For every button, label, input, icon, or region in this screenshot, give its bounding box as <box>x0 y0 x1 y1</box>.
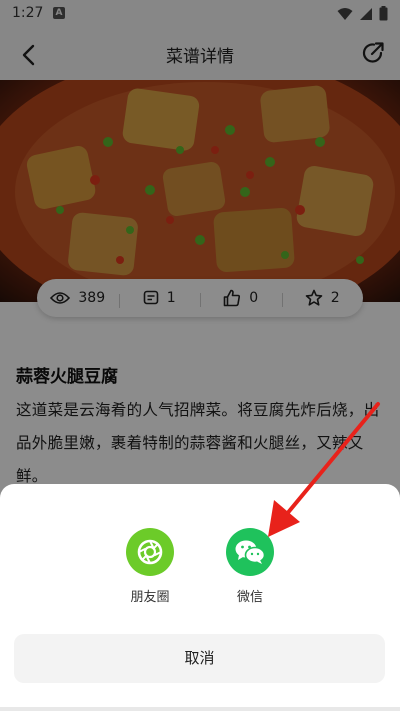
screen: 1:27 A 菜谱详情 389 1 0 2 蒜蓉火腿豆腐 这道菜是云海肴的人气招… <box>0 0 400 711</box>
wechat-label: 微信 <box>236 590 263 605</box>
moments-label: 朋友圈 <box>130 590 170 605</box>
bottom-bar <box>0 707 400 711</box>
share-wechat-option[interactable]: 微信 <box>210 528 290 605</box>
wechat-icon <box>226 528 274 576</box>
share-sheet: 朋友圈 微信 取消 <box>0 484 400 711</box>
share-moments-option[interactable]: 朋友圈 <box>110 528 190 605</box>
cancel-button[interactable]: 取消 <box>14 634 385 683</box>
moments-icon <box>126 528 174 576</box>
